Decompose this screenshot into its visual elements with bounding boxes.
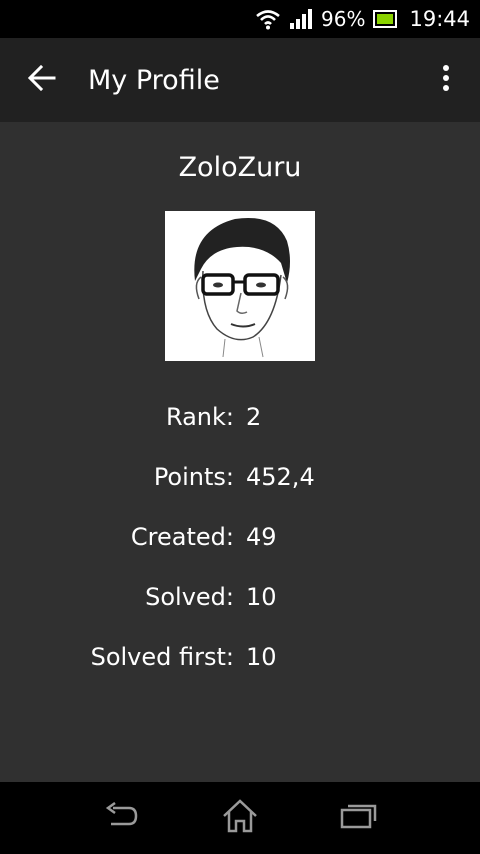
stat-value: 452,4 bbox=[246, 463, 315, 491]
battery-percent: 96% bbox=[321, 7, 366, 31]
app-bar: My Profile bbox=[0, 38, 480, 122]
stat-row-rank: Rank: 2 bbox=[0, 397, 480, 437]
stat-row-solved: Solved: 10 bbox=[0, 577, 480, 617]
stat-row-solved-first: Solved first: 10 bbox=[0, 637, 480, 677]
profile-content: ZoloZuru Rank: 2 Points: 452,4 Created: … bbox=[0, 122, 480, 782]
back-icon bbox=[103, 801, 139, 834]
stat-label: Points: bbox=[153, 463, 234, 491]
avatar bbox=[165, 211, 315, 361]
home-icon bbox=[222, 799, 258, 837]
arrow-left-icon bbox=[27, 64, 56, 95]
stat-row-created: Created: 49 bbox=[0, 517, 480, 557]
system-nav-bar bbox=[0, 782, 480, 854]
stat-label: Created: bbox=[130, 523, 234, 551]
status-time: 19:44 bbox=[409, 7, 470, 31]
more-vert-icon bbox=[442, 64, 450, 96]
overflow-menu-button[interactable] bbox=[426, 52, 466, 108]
nav-home-button[interactable] bbox=[205, 792, 275, 844]
battery-icon bbox=[373, 10, 398, 28]
status-bar: 96% 19:44 bbox=[0, 0, 480, 38]
stat-value: 2 bbox=[246, 403, 262, 431]
stat-label: Solved first: bbox=[90, 643, 234, 671]
signal-icon bbox=[289, 8, 313, 30]
stat-label: Solved: bbox=[145, 583, 234, 611]
nav-recents-button[interactable] bbox=[324, 792, 394, 844]
back-button[interactable] bbox=[14, 52, 70, 108]
stat-label: Rank: bbox=[165, 403, 234, 431]
stat-value: 10 bbox=[246, 583, 277, 611]
page-title: My Profile bbox=[88, 64, 220, 96]
recents-icon bbox=[340, 802, 378, 834]
stat-value: 49 bbox=[246, 523, 277, 551]
stat-value: 10 bbox=[246, 643, 277, 671]
wifi-icon bbox=[255, 8, 281, 30]
stat-row-points: Points: 452,4 bbox=[0, 457, 480, 497]
profile-username: ZoloZuru bbox=[178, 152, 302, 183]
nav-back-button[interactable] bbox=[86, 792, 156, 844]
